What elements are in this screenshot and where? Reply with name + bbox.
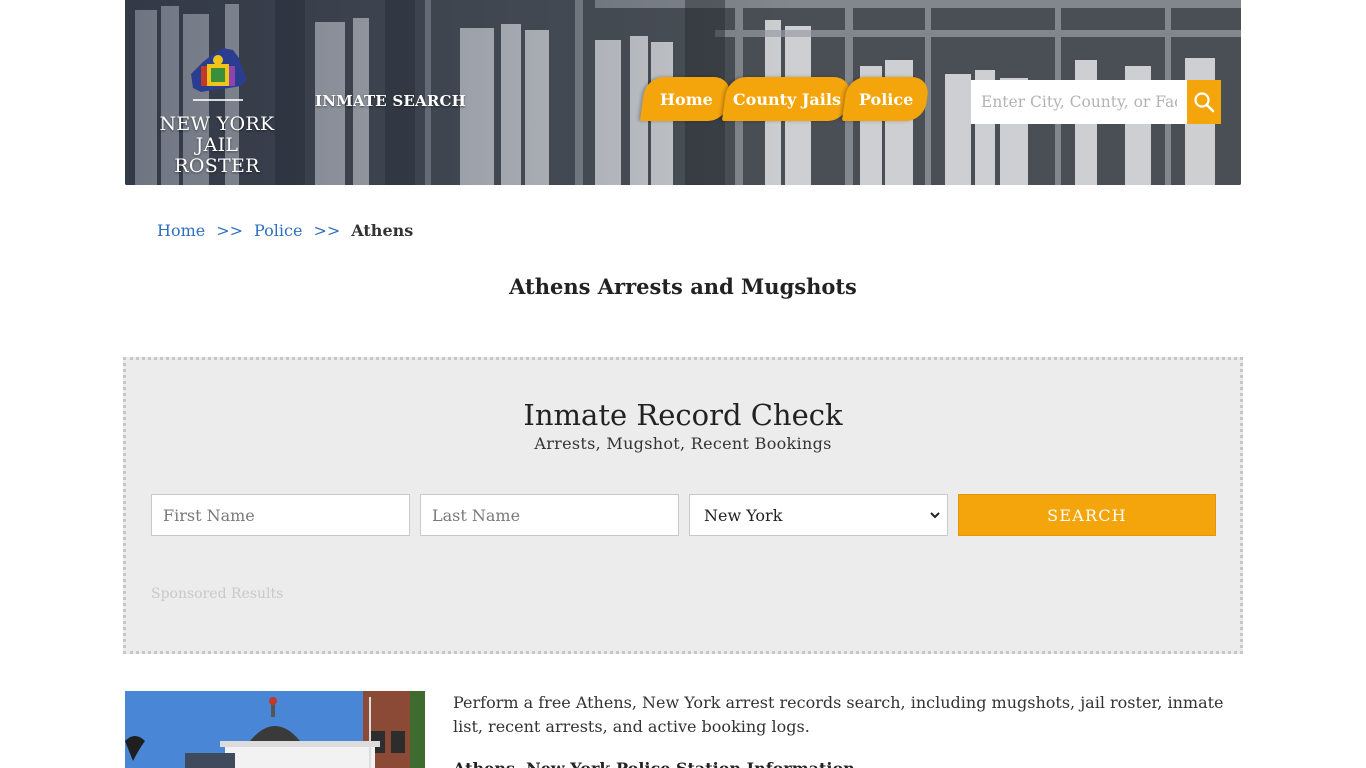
facility-search-button[interactable]: [1187, 80, 1221, 124]
nav-county-jails[interactable]: County Jails: [721, 77, 853, 121]
police-station-photo: [125, 691, 425, 768]
intro-paragraph: Perform a free Athens, New York arrest r…: [453, 693, 1224, 736]
main-nav: Home County Jails Police: [639, 77, 931, 121]
record-check-subtitle: Arrests, Mugshot, Recent Bookings: [534, 434, 832, 453]
breadcrumb-separator: >>: [216, 221, 244, 240]
breadcrumb-current: Athens: [351, 221, 414, 240]
nav-county-jails-label: County Jails: [732, 89, 842, 109]
facility-search-input[interactable]: [971, 80, 1187, 124]
police-station-image: [125, 691, 425, 768]
site-header: NEW YORK JAIL ROSTER INMATE SEARCH Home …: [125, 0, 1241, 185]
record-search-button[interactable]: SEARCH: [958, 494, 1216, 536]
record-check-title: Inmate Record Check: [523, 398, 843, 432]
nav-home[interactable]: Home: [639, 77, 733, 121]
chevron-down-icon: [930, 512, 940, 519]
record-search-form: New York SEARCH: [151, 494, 1216, 536]
magnifier-icon: [1194, 92, 1215, 113]
breadcrumb-home[interactable]: Home: [157, 221, 205, 240]
sponsored-results-label: Sponsored Results: [151, 586, 284, 602]
new-york-state-emblem-icon: [191, 48, 247, 101]
breadcrumb: Home >> Police >> Athens: [157, 221, 413, 240]
logo-line-1: NEW YORK: [159, 113, 275, 135]
facility-search: [971, 80, 1221, 124]
section-heading: Athens, New York Police Station Informat…: [453, 759, 855, 768]
last-name-field[interactable]: [420, 494, 679, 536]
inmate-search-link[interactable]: INMATE SEARCH: [315, 92, 466, 110]
nav-home-label: Home: [659, 89, 713, 109]
first-name-field[interactable]: [151, 494, 410, 536]
nav-police-label: Police: [858, 89, 914, 109]
page-title: Athens Arrests and Mugshots: [509, 274, 857, 299]
state-select[interactable]: New York: [689, 494, 948, 536]
logo-text: NEW YORK JAIL ROSTER: [153, 114, 281, 177]
breadcrumb-separator: >>: [313, 221, 341, 240]
breadcrumb-police[interactable]: Police: [254, 221, 302, 240]
nav-police[interactable]: Police: [841, 77, 931, 121]
logo-line-2: JAIL ROSTER: [174, 134, 260, 177]
site-logo[interactable]: NEW YORK JAIL ROSTER: [153, 44, 281, 177]
state-select-value: New York: [704, 505, 783, 525]
inmate-record-check-panel: Inmate Record Check Arrests, Mugshot, Re…: [123, 357, 1243, 654]
